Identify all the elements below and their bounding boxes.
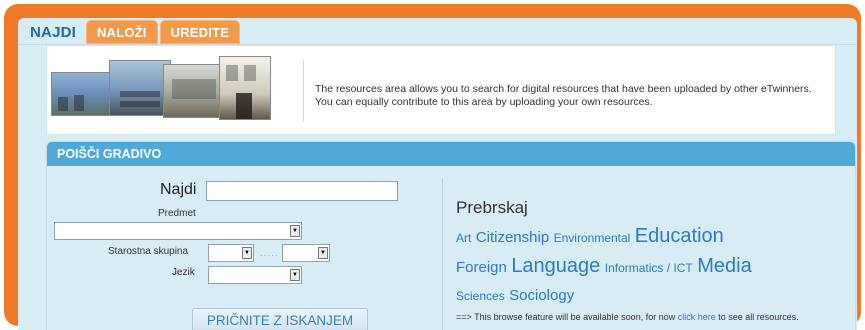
building-photo xyxy=(109,60,171,116)
chevron-down-icon: ▼ xyxy=(290,269,300,281)
tag-informatics-ict[interactable]: Informatics / ICT xyxy=(605,261,693,275)
tab-najdi[interactable]: NAJDI xyxy=(18,20,85,44)
tag-art[interactable]: Art xyxy=(456,231,471,245)
search-button[interactable]: PRIČNITE Z ISKANJEM xyxy=(192,308,368,330)
tab-uredite[interactable]: UREDITE xyxy=(159,20,241,44)
building-photo xyxy=(163,64,225,118)
language-select[interactable]: ▼ xyxy=(208,266,302,284)
building-photo xyxy=(219,56,271,120)
age-group-label: Starostna skupina xyxy=(108,246,189,257)
tag-education[interactable]: Education xyxy=(635,225,724,247)
tag-cloud: Art Citizenship Environmental Education … xyxy=(456,222,806,310)
tab-bar: NAJDI NALOŽI UREDITE xyxy=(18,18,242,44)
tag-language[interactable]: Language xyxy=(511,255,600,277)
info-line-2: You can equally contribute to this area … xyxy=(315,95,653,108)
tag-sociology[interactable]: Sociology xyxy=(509,287,574,304)
subject-select[interactable]: ▼ xyxy=(54,222,302,240)
note-prefix: ==> This browse feature will be availabl… xyxy=(456,312,676,322)
age-to-select[interactable]: ▼ xyxy=(282,244,330,262)
language-label: Jezik xyxy=(172,267,195,278)
info-line-1: The resources area allows you to search … xyxy=(315,83,812,95)
building-photo xyxy=(51,72,111,116)
panel-divider xyxy=(442,178,443,330)
tag-foreign[interactable]: Foreign xyxy=(456,259,507,276)
note-suffix: to see all resources. xyxy=(718,312,799,322)
resources-container: NAJDI NALOŽI UREDITE The resources area … xyxy=(18,18,857,330)
chevron-down-icon: ▼ xyxy=(318,247,328,259)
age-separator: ..... xyxy=(260,248,279,259)
subject-label: Predmet xyxy=(158,208,196,219)
chevron-down-icon: ▼ xyxy=(242,247,252,259)
tab-nalozi[interactable]: NALOŽI xyxy=(86,20,158,44)
tag-environmental[interactable]: Environmental xyxy=(554,231,631,245)
panel-title: POIŠČI GRADIVO xyxy=(47,142,855,166)
click-here-link[interactable]: click here xyxy=(678,312,716,322)
chevron-down-icon: ▼ xyxy=(290,225,300,237)
find-input[interactable] xyxy=(206,181,398,201)
browse-title: Prebrskaj xyxy=(456,198,528,217)
info-box: The resources area allows you to search … xyxy=(46,45,836,135)
tag-media[interactable]: Media xyxy=(697,255,751,277)
tag-citizenship[interactable]: Citizenship xyxy=(476,229,549,246)
info-divider xyxy=(303,60,304,122)
find-label: Najdi xyxy=(160,181,197,198)
tag-sciences[interactable]: Sciences xyxy=(456,289,505,303)
info-text: The resources area allows you to search … xyxy=(315,83,835,108)
age-from-select[interactable]: ▼ xyxy=(208,244,254,262)
browse-note: ==> This browse feature will be availabl… xyxy=(456,312,816,323)
resource-images xyxy=(51,54,273,120)
